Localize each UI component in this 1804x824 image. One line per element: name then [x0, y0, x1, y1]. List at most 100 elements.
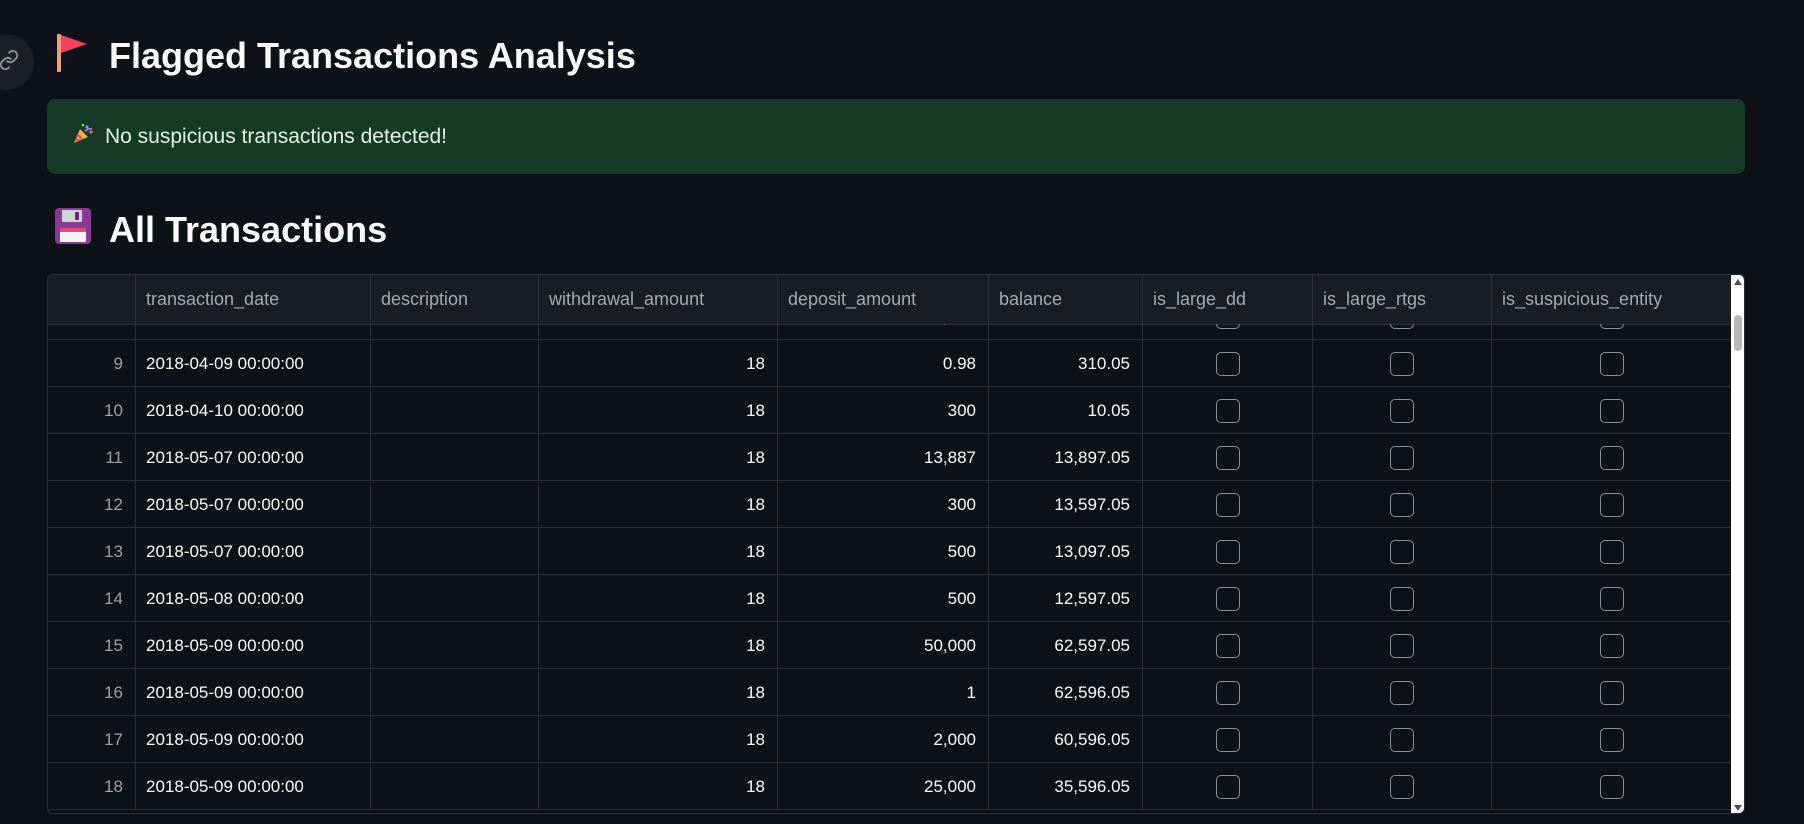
checkbox[interactable] — [1215, 633, 1240, 658]
table-row[interactable]: 16 2018-05-09 00:00:00 18 1 62,596.05 — [48, 669, 1731, 716]
transaction-date-cell[interactable]: 2018-05-09 00:00:00 — [136, 622, 371, 669]
checkbox[interactable] — [1390, 324, 1414, 329]
balance-cell[interactable]: 35,596.05 — [989, 763, 1143, 810]
is-suspicious-entity-cell[interactable] — [1492, 434, 1731, 481]
checkbox[interactable] — [1215, 324, 1240, 329]
column-header-index[interactable] — [48, 275, 136, 324]
is-suspicious-entity-cell[interactable] — [1492, 575, 1731, 622]
checkbox[interactable] — [1390, 774, 1414, 799]
transaction-date-cell[interactable]: 2018-05-09 00:00:00 — [136, 669, 371, 716]
checkbox[interactable] — [1390, 445, 1414, 470]
deposit-amount-cell[interactable]: 25,000 — [778, 763, 989, 810]
transaction-date-cell[interactable]: 2018-04-09 00:00:00 — [136, 340, 371, 387]
is-large-dd-cell[interactable] — [1143, 340, 1313, 387]
column-header-withdrawal-amount[interactable]: withdrawal_amount — [539, 275, 778, 324]
balance-cell[interactable]: 309.07 — [989, 324, 1143, 340]
table-row[interactable]: 15 2018-05-09 00:00:00 18 50,000 62,597.05 — [48, 622, 1731, 669]
description-cell[interactable] — [371, 763, 539, 810]
checkbox[interactable] — [1599, 492, 1624, 517]
is-large-dd-cell[interactable] — [1143, 528, 1313, 575]
column-header-is-large-dd[interactable]: is_large_dd — [1143, 275, 1313, 324]
description-cell[interactable] — [371, 622, 539, 669]
description-cell[interactable] — [371, 324, 539, 340]
row-index-cell[interactable]: 9 — [48, 340, 136, 387]
is-large-rtgs-cell[interactable] — [1313, 528, 1492, 575]
checkbox[interactable] — [1390, 539, 1414, 564]
deposit-amount-cell[interactable]: 300 — [778, 387, 989, 434]
is-large-rtgs-cell[interactable] — [1313, 481, 1492, 528]
checkbox[interactable] — [1215, 727, 1240, 752]
withdrawal-amount-cell[interactable]: 18 — [539, 340, 778, 387]
is-suspicious-entity-cell[interactable] — [1492, 481, 1731, 528]
checkbox[interactable] — [1215, 774, 1240, 799]
description-cell[interactable] — [371, 434, 539, 481]
withdrawal-amount-cell[interactable]: 18 — [539, 716, 778, 763]
transaction-date-cell[interactable]: 2018-05-07 00:00:00 — [136, 528, 371, 575]
deposit-amount-cell[interactable]: 300 — [778, 481, 989, 528]
table-row[interactable]: 9 2018-04-09 00:00:00 18 0.98 310.05 — [48, 340, 1731, 387]
is-large-rtgs-cell[interactable] — [1313, 763, 1492, 810]
table-row[interactable]: 13 2018-05-07 00:00:00 18 500 13,097.05 — [48, 528, 1731, 575]
balance-cell[interactable]: 13,897.05 — [989, 434, 1143, 481]
checkbox[interactable] — [1599, 398, 1624, 423]
is-suspicious-entity-cell[interactable] — [1492, 763, 1731, 810]
checkbox[interactable] — [1390, 586, 1414, 611]
is-large-rtgs-cell[interactable] — [1313, 669, 1492, 716]
checkbox[interactable] — [1599, 539, 1624, 564]
is-suspicious-entity-cell[interactable] — [1492, 387, 1731, 434]
checkbox[interactable] — [1390, 680, 1414, 705]
description-cell[interactable] — [371, 575, 539, 622]
balance-cell[interactable]: 13,597.05 — [989, 481, 1143, 528]
is-large-rtgs-cell[interactable] — [1313, 716, 1492, 763]
transaction-date-cell[interactable]: 2018-05-08 00:00:00 — [136, 575, 371, 622]
row-index-cell[interactable]: 16 — [48, 669, 136, 716]
balance-cell[interactable]: 13,097.05 — [989, 528, 1143, 575]
transaction-date-cell[interactable]: 2018-05-07 00:00:00 — [136, 434, 371, 481]
transaction-date-cell[interactable]: 2018-04-10 00:00:00 — [136, 387, 371, 434]
withdrawal-amount-cell[interactable]: 18 — [539, 528, 778, 575]
is-large-rtgs-cell[interactable] — [1313, 340, 1492, 387]
transaction-date-cell[interactable]: 2018-05-07 00:00:00 — [136, 481, 371, 528]
table-row[interactable]: 18 2018-05-09 00:00:00 18 25,000 35,596.05 — [48, 763, 1731, 810]
column-header-is-suspicious-entity[interactable]: is_suspicious_entity — [1492, 275, 1731, 324]
deposit-amount-cell[interactable]: 500 — [778, 528, 989, 575]
checkbox[interactable] — [1599, 351, 1624, 376]
checkbox[interactable] — [1390, 633, 1414, 658]
checkbox[interactable] — [1599, 324, 1624, 329]
row-index-cell[interactable]: 15 — [48, 622, 136, 669]
deposit-amount-cell[interactable]: 50,000 — [778, 622, 989, 669]
balance-cell[interactable]: 310.05 — [989, 340, 1143, 387]
checkbox[interactable] — [1215, 539, 1240, 564]
description-cell[interactable] — [371, 716, 539, 763]
column-header-transaction-date[interactable]: transaction_date — [136, 275, 371, 324]
table-scrollbar[interactable] — [1731, 275, 1744, 813]
table-row[interactable]: 17 2018-05-09 00:00:00 18 2,000 60,596.05 — [48, 716, 1731, 763]
row-index-cell[interactable]: 10 — [48, 387, 136, 434]
deposit-amount-cell[interactable]: 13,500 — [778, 324, 989, 340]
row-index-cell[interactable]: 17 — [48, 716, 136, 763]
checkbox[interactable] — [1215, 680, 1240, 705]
column-header-balance[interactable]: balance — [989, 275, 1143, 324]
deposit-amount-cell[interactable]: 2,000 — [778, 716, 989, 763]
checkbox[interactable] — [1215, 351, 1240, 376]
is-large-rtgs-cell[interactable] — [1313, 434, 1492, 481]
row-index-cell[interactable]: 18 — [48, 763, 136, 810]
column-header-description[interactable]: description — [371, 275, 539, 324]
is-large-dd-cell[interactable] — [1143, 716, 1313, 763]
is-large-rtgs-cell[interactable] — [1313, 324, 1492, 340]
checkbox[interactable] — [1215, 492, 1240, 517]
column-header-deposit-amount[interactable]: deposit_amount — [778, 275, 989, 324]
checkbox[interactable] — [1599, 633, 1624, 658]
checkbox[interactable] — [1215, 445, 1240, 470]
is-suspicious-entity-cell[interactable] — [1492, 669, 1731, 716]
scroll-down-arrow-icon[interactable] — [1734, 805, 1742, 811]
withdrawal-amount-cell[interactable]: 18 — [539, 575, 778, 622]
withdrawal-amount-cell[interactable]: 18 — [539, 669, 778, 716]
balance-cell[interactable]: 62,596.05 — [989, 669, 1143, 716]
withdrawal-amount-cell[interactable]: 18 — [539, 763, 778, 810]
is-large-dd-cell[interactable] — [1143, 387, 1313, 434]
table-row[interactable]: 14 2018-05-08 00:00:00 18 500 12,597.05 — [48, 575, 1731, 622]
row-index-cell[interactable]: 11 — [48, 434, 136, 481]
is-large-dd-cell[interactable] — [1143, 575, 1313, 622]
withdrawal-amount-cell[interactable]: 18 — [539, 481, 778, 528]
